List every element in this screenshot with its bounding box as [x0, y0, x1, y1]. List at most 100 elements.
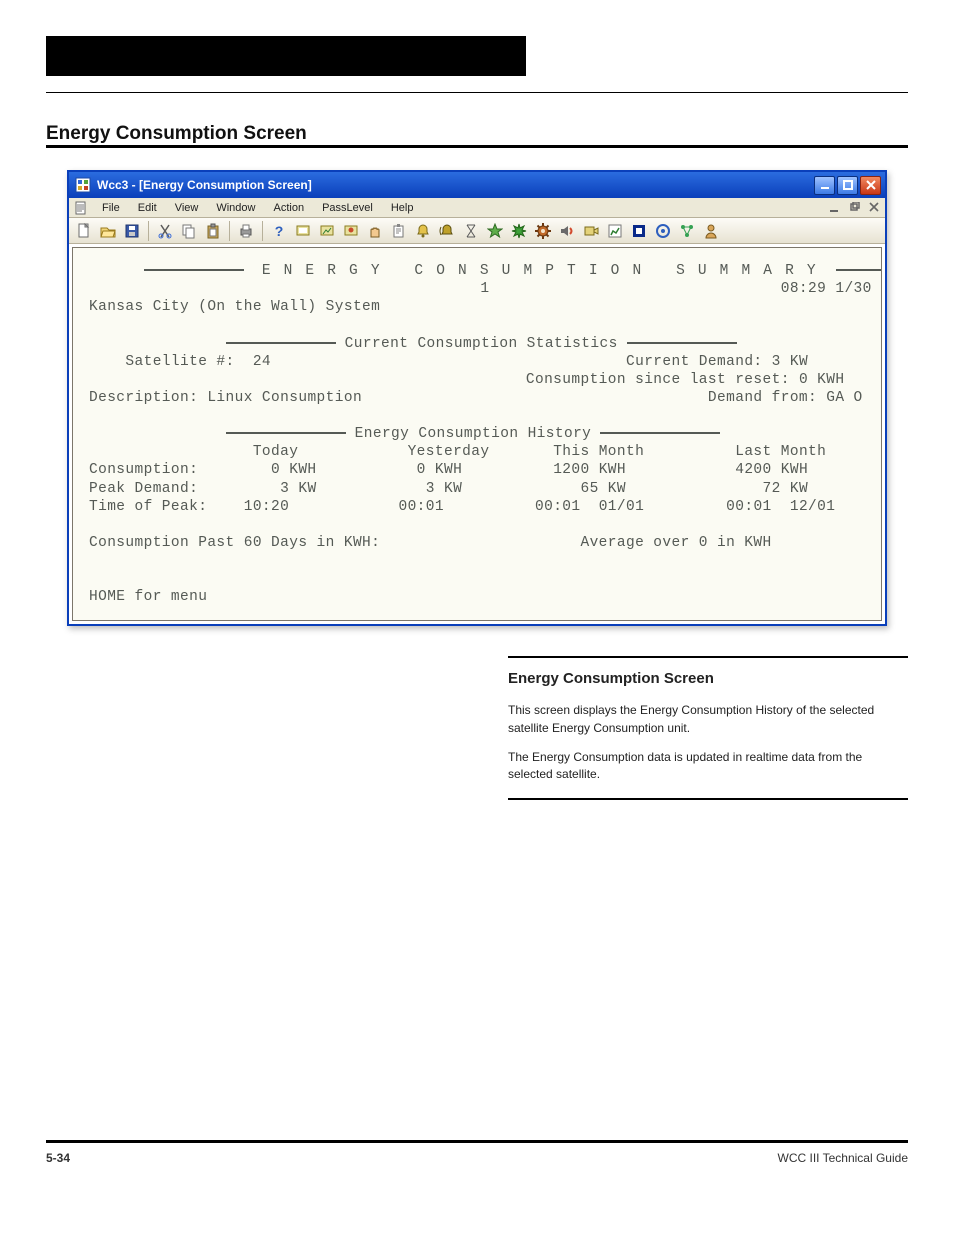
toolbar-separator [148, 221, 149, 241]
terminal-clock: 08:29 1/30 [781, 281, 872, 297]
satellite-value: 24 [253, 354, 271, 370]
menu-action[interactable]: Action [269, 200, 308, 216]
save-icon[interactable] [121, 220, 143, 242]
window-title: Wcc3 - [Energy Consumption Screen] [97, 178, 312, 192]
row-peak-label: Peak Demand: [89, 481, 198, 497]
col-thismonth: This Month [553, 444, 644, 460]
window-close-button[interactable] [860, 176, 881, 195]
col-yesterday: Yesterday [408, 444, 490, 460]
row-consumption-label: Consumption: [89, 462, 198, 478]
timepeak-yesterday: 00:01 [398, 499, 444, 515]
right-column-rule-top [508, 656, 908, 658]
screen1-icon[interactable] [292, 220, 314, 242]
stop-icon[interactable] [628, 220, 650, 242]
help-icon[interactable]: ? [268, 220, 290, 242]
current-demand-value: 3 KW [772, 354, 808, 370]
mdi-doc-icon [73, 200, 88, 215]
menu-window[interactable]: Window [212, 200, 259, 216]
mdi-restore-icon[interactable] [847, 201, 861, 215]
app-icon [75, 177, 91, 193]
since-reset-label: Consumption since last reset: [526, 372, 790, 388]
row-timepeak-label: Time of Peak: [89, 499, 207, 515]
clipboard-icon[interactable] [388, 220, 410, 242]
menu-bar: File Edit View Window Action PassLevel H… [69, 198, 885, 218]
consumption-yesterday: 0 KWH [417, 462, 463, 478]
stats-heading: Current Consumption Statistics [345, 336, 618, 352]
description-value: Linux Consumption [207, 390, 362, 406]
page-footer: 5-34 WCC III Technical Guide [46, 1140, 908, 1165]
masthead-rule [46, 92, 908, 93]
print-icon[interactable] [235, 220, 257, 242]
cut-icon[interactable] [154, 220, 176, 242]
system-name: Kansas City (On the Wall) System [89, 299, 380, 315]
title-bar[interactable]: Wcc3 - [Energy Consumption Screen] [69, 172, 885, 198]
past60-label: Consumption Past 60 Days in KWH: [89, 535, 380, 551]
copy-icon[interactable] [178, 220, 200, 242]
toolbar-separator [229, 221, 230, 241]
menu-view[interactable]: View [171, 200, 203, 216]
right-column-heading: Energy Consumption Screen [508, 668, 908, 690]
right-column-p2: The Energy Consumption data is updated i… [508, 749, 908, 784]
star-icon[interactable] [484, 220, 506, 242]
terminal-page-number: 1 [480, 281, 489, 297]
mdi-close-icon[interactable] [867, 201, 881, 215]
footer-doc-title: WCC III Technical Guide [778, 1151, 909, 1165]
screen2-icon[interactable] [316, 220, 338, 242]
gear-icon[interactable] [532, 220, 554, 242]
right-column-rule-bottom [508, 798, 908, 800]
toolbar: ? [69, 218, 885, 244]
wand-icon[interactable] [340, 220, 362, 242]
history-heading: Energy Consumption History [355, 426, 592, 442]
menu-help[interactable]: Help [387, 200, 418, 216]
masthead-spacer [540, 36, 908, 76]
terminal-area: E N E R G Y C O N S U M P T I O N S U M … [72, 247, 882, 621]
mdi-minimize-icon[interactable] [827, 201, 841, 215]
toolbar-separator [262, 221, 263, 241]
sound-icon[interactable] [556, 220, 578, 242]
col-lastmonth: Last Month [735, 444, 826, 460]
burst-icon[interactable] [508, 220, 530, 242]
menu-file[interactable]: File [98, 200, 124, 216]
open-icon[interactable] [97, 220, 119, 242]
record-icon[interactable] [580, 220, 602, 242]
section-rule [46, 145, 908, 148]
col-today: Today [253, 444, 299, 460]
section-title: Energy Consumption Screen [46, 123, 908, 145]
timepeak-lastmonth: 00:01 12/01 [726, 499, 835, 515]
menu-edit[interactable]: Edit [134, 200, 161, 216]
satellite-label: Satellite #: [125, 354, 234, 370]
bell2-icon[interactable] [436, 220, 458, 242]
peak-thismonth: 65 KW [581, 481, 627, 497]
chart-icon[interactable] [604, 220, 626, 242]
terminal-banner: E N E R G Y C O N S U M P T I O N S U M … [262, 263, 818, 279]
current-demand-label: Current Demand: [626, 354, 763, 370]
timepeak-thismonth: 00:01 01/01 [535, 499, 644, 515]
description-label: Description: [89, 390, 198, 406]
consumption-today: 0 KWH [271, 462, 317, 478]
peak-today: 3 KW [280, 481, 316, 497]
bell-icon[interactable] [412, 220, 434, 242]
window-minimize-button[interactable] [814, 176, 835, 195]
peak-lastmonth: 72 KW [763, 481, 809, 497]
new-icon[interactable] [73, 220, 95, 242]
hand-icon[interactable] [364, 220, 386, 242]
window-maximize-button[interactable] [837, 176, 858, 195]
paste-icon[interactable] [202, 220, 224, 242]
network-icon[interactable] [676, 220, 698, 242]
timepeak-today: 10:20 [244, 499, 290, 515]
peak-yesterday: 3 KW [426, 481, 462, 497]
app-window: Wcc3 - [Energy Consumption Screen] File … [67, 170, 887, 626]
consumption-lastmonth: 4200 KWH [735, 462, 808, 478]
right-column-p1: This screen displays the Energy Consumpt… [508, 702, 908, 737]
demand-from-value: GA O [826, 390, 862, 406]
hourglass-icon[interactable] [460, 220, 482, 242]
target-icon[interactable] [652, 220, 674, 242]
masthead-black-panel [46, 36, 526, 76]
user-icon[interactable] [700, 220, 722, 242]
home-hint: HOME for menu [89, 589, 207, 605]
right-column: Energy Consumption Screen This screen di… [508, 656, 908, 799]
menu-passlevel[interactable]: PassLevel [318, 200, 377, 216]
since-reset-value: 0 KWH [799, 372, 845, 388]
avg-label: Average over 0 in KWH [580, 535, 771, 551]
footer-page-number: 5-34 [46, 1151, 70, 1165]
